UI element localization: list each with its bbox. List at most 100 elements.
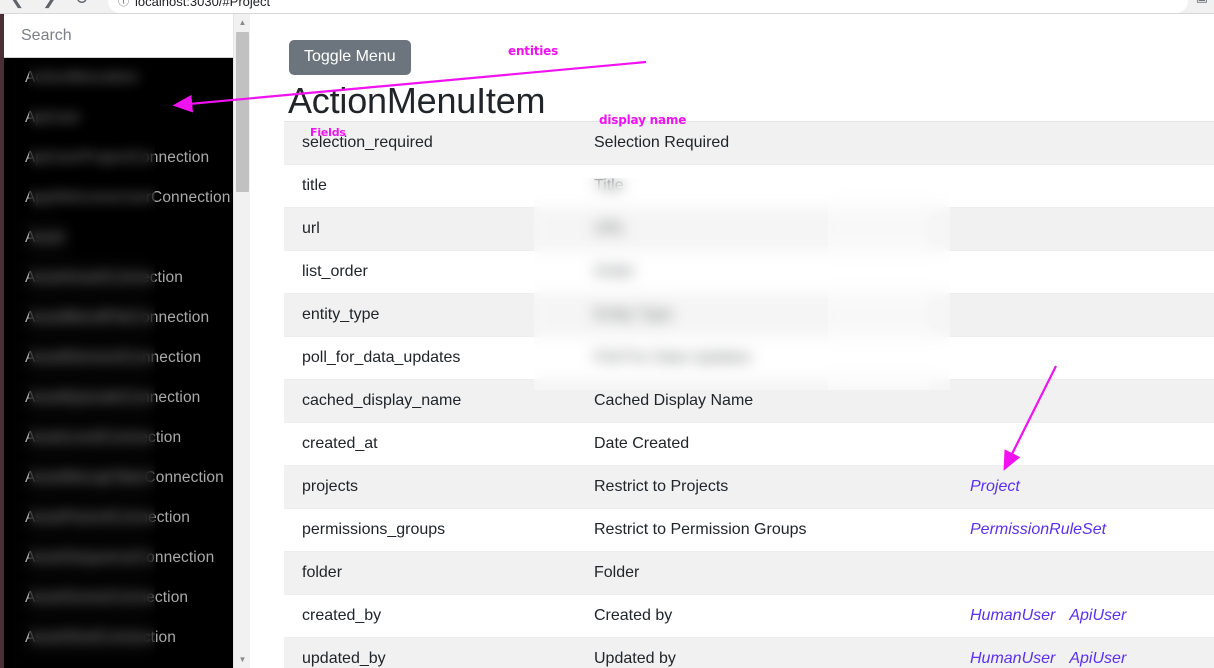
field-name-cell: updated_by xyxy=(284,637,576,668)
sidebar-item-label: Asset xyxy=(25,229,65,246)
sidebar-item-label: ActionMenuItem xyxy=(25,69,139,86)
display-name-cell: Cached Display Name xyxy=(576,379,952,423)
toggle-menu-button[interactable]: Toggle Menu xyxy=(289,40,411,75)
field-name-cell: created_at xyxy=(284,422,576,466)
entity-fields-table: selection_required Selection Required titl… xyxy=(284,121,1214,668)
table-row: poll_for_data_updates Poll For Data Updat… xyxy=(284,336,1214,380)
sidebar-item-apiuser[interactable]: ApiUser xyxy=(4,98,233,138)
table-row: created_at Date Created xyxy=(284,422,1214,466)
table-row: entity_type Entity Type xyxy=(284,293,1214,337)
caret-down-icon[interactable]: ▼ xyxy=(234,651,250,668)
sidebar-item-appwelcomeuserconnection[interactable]: AppWelcomeUserConnection xyxy=(4,178,233,218)
field-name-cell: permissions_groups xyxy=(284,508,576,552)
sidebar-item-assetparentconnection[interactable]: AssetParentConnection xyxy=(4,498,233,538)
sidebar-item-label: AssetAssetConnection xyxy=(25,269,183,286)
scrollbar-thumb[interactable] xyxy=(236,32,249,192)
sidebar-item-label: ApiUserProjectConnection xyxy=(25,149,210,166)
sidebar-item-label: AssetLevelConnection xyxy=(25,429,182,446)
entity-list[interactable]: ActionMenuItem ApiUser ApiUserProjectConne… xyxy=(4,58,233,668)
field-name-cell: title xyxy=(284,164,576,208)
profile-icon[interactable]: ▣ xyxy=(1196,0,1208,5)
sidebar-item-assetmocaptakeconnection[interactable]: AssetMocapTakeConnection xyxy=(4,458,233,498)
display-name-cell: Poll For Data Updates xyxy=(576,336,952,380)
display-name-cell: Selection Required xyxy=(576,121,952,165)
table-row: cached_display_name Cached Display Name xyxy=(284,379,1214,423)
entity-link[interactable]: HumanUser xyxy=(970,650,1055,667)
entity-link[interactable]: PermissionRuleSet xyxy=(970,521,1106,538)
entity-sidebar: ActionMenuItem ApiUser ApiUserProjectConne… xyxy=(0,14,250,668)
linked-entities-cell: PermissionRuleSet xyxy=(952,508,1214,552)
forward-arrow-icon[interactable]: ❯ xyxy=(42,0,56,7)
reload-icon[interactable]: ↻ xyxy=(75,0,89,7)
main-content: Toggle Menu ActionMenuItem selection_req… xyxy=(250,14,1214,668)
display-name-cell: Title xyxy=(576,164,952,208)
table-row: title Title xyxy=(284,164,1214,208)
table-row: list_order Order xyxy=(284,250,1214,294)
display-name-cell: Created by xyxy=(576,594,952,638)
table-row: projects Restrict to Projects Project xyxy=(284,465,1214,509)
sidebar-item-assetassetconnection[interactable]: AssetAssetConnection xyxy=(4,258,233,298)
page-title: ActionMenuItem xyxy=(288,80,546,121)
entity-link[interactable]: ApiUser xyxy=(1069,650,1126,667)
linked-entities-cell xyxy=(952,164,1214,208)
sidebar-item-label: AssetBlendFileConnection xyxy=(25,309,210,326)
linked-entities-cell xyxy=(952,250,1214,294)
sidebar-item-assetelementconnection[interactable]: AssetElementConnection xyxy=(4,338,233,378)
browser-chrome: ❮ ❯ ↻ ⓘ localhost:3030/#Project ▣ xyxy=(0,0,1214,14)
sidebar-item-label: AssetShotConnection xyxy=(25,629,176,646)
sidebar-item-assetsceneconnection[interactable]: AssetSceneConnection xyxy=(4,578,233,618)
linked-entities-cell: Project xyxy=(952,465,1214,509)
address-bar[interactable]: ⓘ localhost:3030/#Project xyxy=(108,0,1188,13)
sidebar-item-asset[interactable]: Asset xyxy=(4,218,233,258)
browser-nav-controls: ❮ ❯ ↻ xyxy=(10,0,89,7)
sidebar-item-assetepisodeconnection[interactable]: AssetEpisodeConnection xyxy=(4,378,233,418)
display-name-cell: Entity Type xyxy=(576,293,952,337)
table-row: permissions_groups Restrict to Permission… xyxy=(284,508,1214,552)
sidebar-item-label: AssetMocapTakeConnection xyxy=(25,469,224,486)
sidebar-item-label: AssetElementConnection xyxy=(25,349,202,366)
sidebar-item-label: AppWelcomeUserConnection xyxy=(25,189,231,206)
field-name-cell: selection_required xyxy=(284,121,576,165)
address-bar-url: localhost:3030/#Project xyxy=(135,0,271,9)
field-name-cell: url xyxy=(284,207,576,251)
sidebar-item-label: AssetEpisodeConnection xyxy=(25,389,201,406)
linked-entities-cell xyxy=(952,379,1214,423)
linked-entities-cell xyxy=(952,293,1214,337)
caret-up-icon[interactable]: ▲ xyxy=(234,14,250,31)
search-box[interactable] xyxy=(4,14,237,58)
sidebar-item-assetsequenceconnection[interactable]: AssetSequenceConnection xyxy=(4,538,233,578)
linked-entities-cell: HumanUser ApiUser xyxy=(952,594,1214,638)
sidebar-scrollbar[interactable]: ▲ ▼ xyxy=(233,14,250,668)
sidebar-item-apiuserprojectconnection[interactable]: ApiUserProjectConnection xyxy=(4,138,233,178)
sidebar-item-assetblendfileconnection[interactable]: AssetBlendFileConnection xyxy=(4,298,233,338)
linked-entities-cell xyxy=(952,422,1214,466)
field-name-cell: list_order xyxy=(284,250,576,294)
search-input[interactable] xyxy=(4,14,237,57)
display-name-cell: Restrict to Projects xyxy=(576,465,952,509)
field-name-cell: projects xyxy=(284,465,576,509)
sidebar-item-actionmenuitem[interactable]: ActionMenuItem xyxy=(4,58,233,98)
info-circle-icon[interactable]: ⓘ xyxy=(118,0,129,9)
sidebar-item-assetshotconnection[interactable]: AssetShotConnection xyxy=(4,618,233,658)
display-name-cell: Updated by xyxy=(576,637,952,668)
entity-fields-table-body: selection_required Selection Required titl… xyxy=(284,121,1214,668)
linked-entities-cell: HumanUser ApiUser xyxy=(952,637,1214,668)
sidebar-item-label: AssetSequenceConnection xyxy=(25,549,215,566)
entity-link[interactable]: ApiUser xyxy=(1069,607,1126,624)
entity-link[interactable]: Project xyxy=(970,478,1020,495)
entity-link[interactable]: HumanUser xyxy=(970,607,1055,624)
field-name-cell: cached_display_name xyxy=(284,379,576,423)
field-name-cell: entity_type xyxy=(284,293,576,337)
table-row: created_by Created by HumanUser ApiUser xyxy=(284,594,1214,638)
table-row: updated_by Updated by HumanUser ApiUser xyxy=(284,637,1214,668)
display-name-cell: Order xyxy=(576,250,952,294)
field-name-cell: poll_for_data_updates xyxy=(284,336,576,380)
linked-entities-cell xyxy=(952,207,1214,251)
display-name-cell: Restrict to Permission Groups xyxy=(576,508,952,552)
app-root: ❮ ❯ ↻ ⓘ localhost:3030/#Project ▣ Action… xyxy=(0,0,1214,668)
display-name-cell: Folder xyxy=(576,551,952,595)
back-arrow-icon[interactable]: ❮ xyxy=(10,0,24,7)
sidebar-item-assetlevelconnection[interactable]: AssetLevelConnection xyxy=(4,418,233,458)
linked-entities-cell xyxy=(952,551,1214,595)
table-row: url URL xyxy=(284,207,1214,251)
